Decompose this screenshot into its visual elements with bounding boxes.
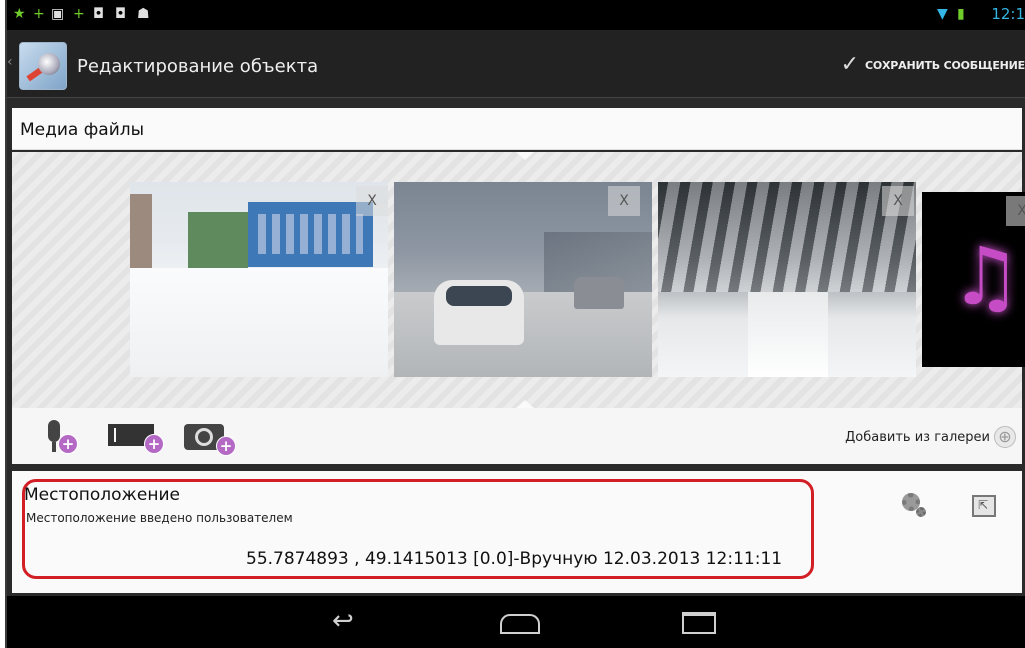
add-from-gallery-button[interactable]: Добавить из галереи ⊕ — [845, 426, 1016, 448]
recent-apps-icon[interactable] — [682, 612, 716, 634]
gallery-notch-bottom — [516, 400, 534, 408]
status-time: 12:1 — [991, 5, 1025, 23]
gallery-notch-top — [516, 152, 534, 160]
add-from-gallery-label: Добавить из галереи — [845, 429, 990, 445]
media-gallery[interactable]: X X X ♫ X — [12, 152, 1025, 408]
action-bar: ‹ Редактирование объекта ✓ СОХРАНИТЬ СОО… — [7, 30, 1025, 98]
remove-media-button[interactable]: X — [356, 186, 388, 216]
plus-badge-icon: + — [216, 436, 236, 456]
star-icon: ★ — [13, 6, 26, 22]
image-icon: ▣ — [51, 6, 65, 22]
android-icon: ☗ — [137, 6, 150, 22]
up-caret-icon[interactable]: ‹ — [7, 54, 13, 70]
bag-icon: ◘ — [93, 6, 105, 22]
add-video-button[interactable]: + — [108, 418, 168, 454]
add-circle-icon: ⊕ — [994, 426, 1016, 448]
location-subtitle: Местоположение введено пользователем — [26, 511, 293, 525]
app-icon[interactable] — [19, 42, 67, 90]
add-photo-button[interactable]: + — [184, 418, 240, 456]
back-icon[interactable]: ↩ — [332, 606, 354, 636]
battery-icon: ▮ — [957, 6, 965, 22]
location-coordinates: 55.7874893 , 49.1415013 [0.0]-Вручную 12… — [246, 549, 783, 569]
plus-icon: + — [33, 6, 45, 22]
media-thumbnail-1[interactable]: X — [130, 182, 388, 377]
media-thumbnail-audio[interactable]: ♫ X — [922, 192, 1025, 367]
home-icon[interactable] — [500, 614, 540, 634]
system-nav-bar: ↩ — [7, 596, 1025, 648]
add-audio-button[interactable]: + — [42, 418, 82, 454]
status-bar: ★ + ▣ + ◘ ◘ ☗ ▼ ▮ 12:1 — [7, 0, 1025, 30]
media-section-title: Медиа файлы — [20, 120, 145, 140]
bag-icon: ◘ — [115, 6, 127, 22]
wifi-icon: ▼ — [937, 6, 948, 22]
remove-media-button[interactable]: X — [1006, 196, 1025, 226]
media-add-toolbar: + + + Добавить из галереи ⊕ — [12, 408, 1022, 464]
media-thumbnail-2[interactable]: X — [394, 182, 652, 377]
save-message-button[interactable]: ✓ СОХРАНИТЬ СООБЩЕНИЕ — [841, 54, 1025, 76]
plus-icon: + — [73, 6, 85, 22]
music-note-icon: ♫ — [950, 230, 1022, 323]
location-panel: Местоположение Местоположение введено по… — [12, 471, 1022, 593]
screen-title: Редактирование объекта — [77, 56, 319, 77]
map-picker-icon[interactable]: ⇱ — [972, 495, 996, 517]
plus-badge-icon: + — [144, 434, 164, 454]
save-message-label: СОХРАНИТЬ СООБЩЕНИЕ — [865, 58, 1025, 72]
location-settings-gear-icon[interactable] — [900, 491, 930, 521]
remove-media-button[interactable]: X — [608, 186, 640, 216]
media-section-header: Медиа файлы — [12, 108, 1022, 150]
remove-media-button[interactable]: X — [882, 186, 914, 216]
location-title: Местоположение — [24, 485, 180, 505]
checkmark-icon: ✓ — [840, 52, 859, 77]
android-screen: ★ + ▣ + ◘ ◘ ☗ ▼ ▮ 12:1 ‹ Редактирование … — [5, 0, 1025, 648]
media-thumbnail-3[interactable]: X — [658, 182, 916, 377]
plus-badge-icon: + — [58, 434, 78, 454]
content-area: Медиа файлы X X X ♫ X — [7, 98, 1025, 596]
